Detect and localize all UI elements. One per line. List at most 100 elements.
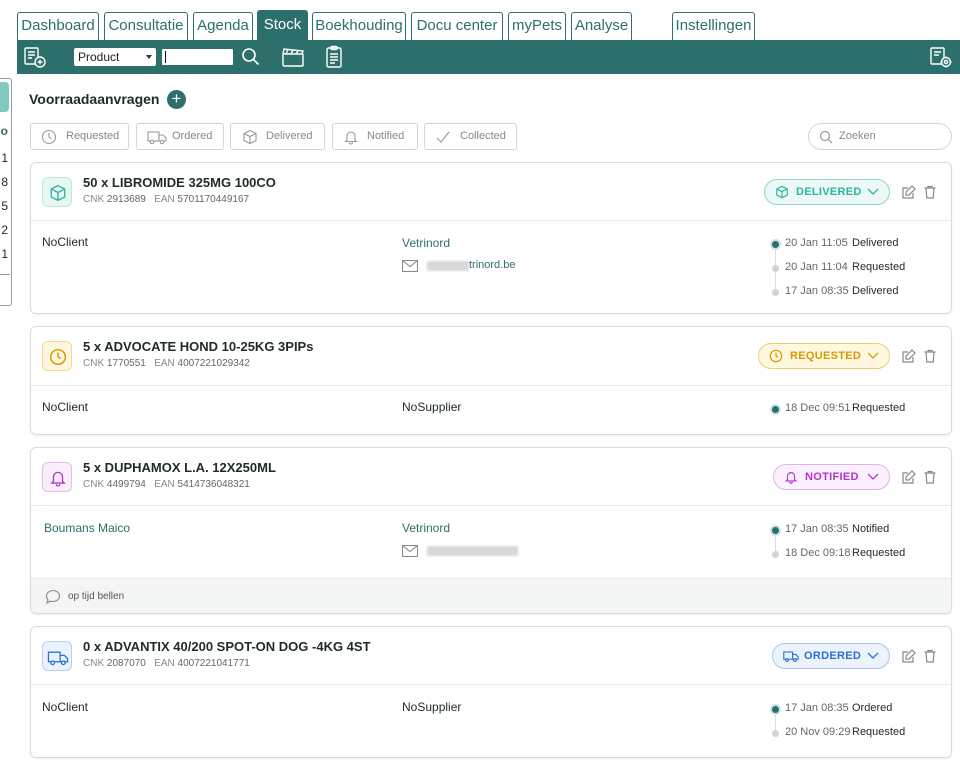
cnk-value: 2087070 <box>106 658 146 669</box>
ean-value: 4007221041771 <box>177 658 250 669</box>
filter-delivered[interactable]: Delivered <box>230 123 325 150</box>
tab-stock[interactable]: Stock <box>257 10 308 40</box>
product-name: 5 x ADVOCATE HOND 10-25KG 3PIPs <box>83 339 314 354</box>
timeline-time: 20 Nov 09:29 <box>785 726 851 738</box>
tab-docu-center[interactable]: Docu center <box>411 12 503 40</box>
status-badge: NOTIFIED <box>805 471 859 483</box>
ean-value: 4007221029342 <box>177 358 250 369</box>
tab-boekhouding[interactable]: Boekhouding <box>312 12 406 40</box>
side-panel-item[interactable]: 2 <box>1 223 8 237</box>
search-box[interactable]: Zoeken <box>808 123 952 150</box>
status-badge: REQUESTED <box>790 350 862 362</box>
edit-icon[interactable] <box>901 648 917 664</box>
timeline-time: 18 Dec 09:51 <box>785 402 851 414</box>
request-card: 5 x ADVOCATE HOND 10-25KG 3PIPs CNK 1770… <box>30 326 952 435</box>
timeline-status: Requested <box>852 726 906 738</box>
timeline-dot <box>772 527 779 534</box>
timeline-status: Requested <box>852 261 906 273</box>
filter-collected[interactable]: Collected <box>424 123 517 150</box>
ean-value: 5414736048321 <box>177 479 250 490</box>
filter-label: Notified <box>367 130 405 142</box>
status-dropdown[interactable]: NOTIFIED <box>773 464 890 490</box>
timeline-entry: 20 Jan 11:05 Delivered <box>769 237 960 253</box>
trash-icon[interactable] <box>922 469 938 485</box>
filter-ordered[interactable]: Ordered <box>136 123 224 150</box>
timeline-dot <box>772 406 779 413</box>
timeline-time: 17 Jan 08:35 <box>785 285 849 297</box>
supplier-name[interactable]: Vetrinord <box>402 521 450 535</box>
timeline-dot <box>772 241 779 248</box>
supplier-name[interactable]: Vetrinord <box>402 236 450 250</box>
tab-consultatie[interactable]: Consultatie <box>104 12 188 40</box>
ean-label: EAN <box>154 194 175 205</box>
add-request-button[interactable]: + <box>167 90 186 109</box>
cnk-value: 2913689 <box>106 194 146 205</box>
bell-icon <box>42 462 72 492</box>
trash-icon[interactable] <box>922 348 938 364</box>
tab-agenda[interactable]: Agenda <box>193 12 253 40</box>
search-icon[interactable] <box>239 45 263 69</box>
cnk-label: CNK <box>83 358 105 369</box>
side-panel-item[interactable]: 5 <box>1 199 8 213</box>
trash-icon[interactable] <box>922 184 938 200</box>
side-panel-item[interactable]: 1 <box>1 151 8 165</box>
request-card-header: 0 x ADVANTIX 40/200 SPOT-ON DOG -4KG 4ST… <box>31 627 951 685</box>
product-codes: CNK 1770551 EAN 4007221029342 <box>83 358 250 369</box>
side-panel-item[interactable]: 1 <box>1 247 8 261</box>
edit-icon[interactable] <box>901 184 917 200</box>
client-name[interactable]: Boumans Maico <box>44 521 130 535</box>
tab-dashboard[interactable]: Dashboard <box>17 12 99 40</box>
redacted-email <box>427 261 469 271</box>
request-card: 0 x ADVANTIX 40/200 SPOT-ON DOG -4KG 4ST… <box>30 626 952 758</box>
supplier-email[interactable]: trinord.be <box>402 259 602 273</box>
tab-instellingen[interactable]: Instellingen <box>672 12 755 40</box>
search-type-select[interactable]: Product <box>74 48 156 66</box>
status-dropdown[interactable]: DELIVERED <box>764 179 890 205</box>
box-icon <box>776 185 788 199</box>
clapperboard-icon[interactable] <box>281 45 305 69</box>
status-dropdown[interactable]: REQUESTED <box>758 343 890 369</box>
request-card: 5 x DUPHAMOX L.A. 12X250ML CNK 4499794 E… <box>30 447 952 614</box>
toolbar-search-input[interactable] <box>162 49 233 65</box>
timeline-entry: 20 Nov 09:29 Requested <box>769 726 960 742</box>
search-type-value: Product <box>78 50 120 64</box>
cnk-label: CNK <box>83 194 105 205</box>
tab-mypets[interactable]: myPets <box>508 12 566 40</box>
filter-requested[interactable]: Requested <box>30 123 129 150</box>
timeline-status: Requested <box>852 402 906 414</box>
request-card-header: 5 x ADVOCATE HOND 10-25KG 3PIPs CNK 1770… <box>31 327 951 386</box>
supplier-email[interactable] <box>402 544 602 558</box>
product-name: 5 x DUPHAMOX L.A. 12X250ML <box>83 460 276 475</box>
edit-icon[interactable] <box>901 348 917 364</box>
timeline-entry: 18 Dec 09:18 Requested <box>769 547 960 563</box>
status-dropdown[interactable]: ORDERED <box>772 643 890 669</box>
settings-document-icon[interactable] <box>929 45 953 69</box>
clock-icon <box>41 129 57 145</box>
page-title: Voorraadaanvragen <box>29 91 160 107</box>
side-panel-item[interactable]: o <box>1 124 8 138</box>
request-card-header: 50 x LIBROMIDE 325MG 100CO CNK 2913689 E… <box>31 163 951 221</box>
search-icon <box>819 130 833 144</box>
clock-icon <box>42 341 72 371</box>
filter-label: Delivered <box>266 130 313 142</box>
timeline-entry: 17 Jan 08:35 Notified <box>769 523 960 539</box>
tab-analyse[interactable]: Analyse <box>571 12 632 40</box>
clipboard-list-icon[interactable] <box>322 45 346 69</box>
trash-icon[interactable] <box>922 648 938 664</box>
clock-icon <box>769 349 783 363</box>
filter-label: Requested <box>66 130 120 142</box>
truck-icon <box>147 131 167 145</box>
side-panel-handle[interactable] <box>0 82 9 112</box>
filter-notified[interactable]: Notified <box>332 123 418 150</box>
new-document-icon[interactable] <box>23 45 47 69</box>
cnk-label: CNK <box>83 479 105 490</box>
chevron-down-icon <box>867 352 879 359</box>
timeline-dot <box>772 730 779 737</box>
status-badge: ORDERED <box>804 650 862 662</box>
supplier-name: NoSupplier <box>402 400 462 414</box>
edit-icon[interactable] <box>901 469 917 485</box>
collapsed-side-panel[interactable]: o 1 8 5 2 1 <box>0 78 12 306</box>
side-panel-item[interactable]: 8 <box>1 175 8 189</box>
chevron-down-icon <box>867 473 879 480</box>
status-badge: DELIVERED <box>796 186 862 198</box>
